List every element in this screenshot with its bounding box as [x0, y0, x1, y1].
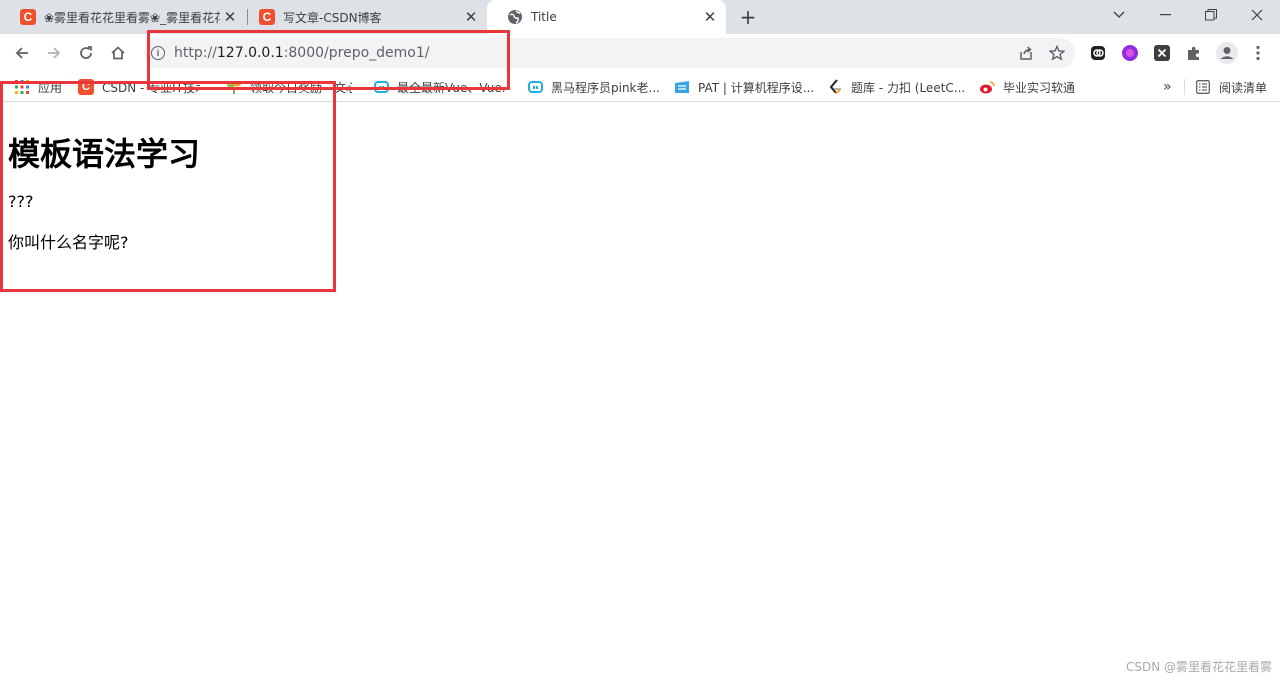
tab-csdn-editor[interactable]: C 写文章-CSDN博客 ✕ — [249, 0, 487, 34]
tab-search-icon[interactable] — [1096, 0, 1142, 30]
csdn-watermark: CSDN @雾里看花花里看雾 — [1125, 660, 1272, 674]
tab-title: ❀雾里看花花里看雾❀_雾里看花花 — [44, 10, 220, 25]
tab-title: Title — [531, 10, 557, 24]
reload-icon[interactable] — [72, 39, 100, 67]
leetcode-icon — [827, 79, 843, 95]
back-arrow-icon[interactable] — [8, 39, 36, 67]
bookmark-leetcode[interactable]: 题库 - 力扣 (LeetC... — [827, 78, 965, 96]
bookmarks-overflow-button[interactable]: » — [1163, 78, 1172, 96]
bookmark-label: 黑马程序员pink老... — [551, 80, 660, 95]
tab-title-active[interactable]: Title ✕ — [487, 0, 726, 34]
csdn-logo-icon: C — [259, 9, 275, 25]
profile-avatar-icon[interactable] — [1215, 41, 1239, 65]
extension-purple-icon[interactable] — [1120, 43, 1140, 63]
share-icon[interactable] — [1017, 44, 1035, 62]
bookmark-label: 毕业实习软通 — [1003, 80, 1076, 95]
bookmark-star-icon[interactable] — [1048, 44, 1066, 62]
csdn-logo-icon: C — [20, 9, 36, 25]
bookmark-heima[interactable]: 黑马程序员pink老... — [527, 78, 660, 96]
weibo-icon — [979, 79, 995, 95]
reading-list-label: 阅读清单 — [1219, 80, 1268, 95]
close-window-button[interactable] — [1234, 0, 1280, 30]
forward-arrow-icon[interactable] — [40, 39, 68, 67]
bookmark-label: 题库 - 力扣 (LeetC... — [851, 80, 966, 95]
bookmark-internship[interactable]: 毕业实习软通 — [979, 78, 1075, 96]
pat-icon — [674, 79, 690, 95]
tab-strip: C ❀雾里看花花里看雾❀_雾里看花花 ✕ C 写文章-CSDN博客 ✕ Titl… — [0, 0, 1280, 34]
tab-csdn-profile[interactable]: C ❀雾里看花花里看雾❀_雾里看花花 ✕ — [0, 0, 246, 34]
tab-separator — [247, 9, 248, 25]
close-icon[interactable]: ✕ — [461, 7, 481, 27]
tab-title: 写文章-CSDN博客 — [283, 10, 382, 25]
content-highlight-box — [0, 81, 336, 292]
menu-kebab-icon[interactable] — [1248, 43, 1268, 63]
bookmark-label: PAT | 计算机程序设... — [698, 80, 815, 95]
bilibili-icon — [527, 79, 543, 95]
close-icon[interactable]: ✕ — [700, 7, 720, 27]
close-icon[interactable]: ✕ — [220, 7, 240, 27]
bookmark-pat[interactable]: PAT | 计算机程序设... — [674, 78, 814, 96]
minimize-button[interactable] — [1142, 0, 1188, 30]
new-tab-button[interactable]: + — [736, 5, 760, 29]
extension-x-icon[interactable] — [1152, 43, 1172, 63]
bookmarks-divider — [1184, 79, 1185, 95]
extension-link-icon[interactable] — [1088, 43, 1108, 63]
reading-list-button[interactable]: 阅读清单 — [1195, 78, 1267, 96]
home-icon[interactable] — [104, 39, 132, 67]
extensions-puzzle-icon[interactable] — [1184, 43, 1204, 63]
restore-button[interactable] — [1188, 0, 1234, 30]
globe-icon — [507, 9, 523, 25]
reading-list-icon — [1195, 79, 1211, 95]
